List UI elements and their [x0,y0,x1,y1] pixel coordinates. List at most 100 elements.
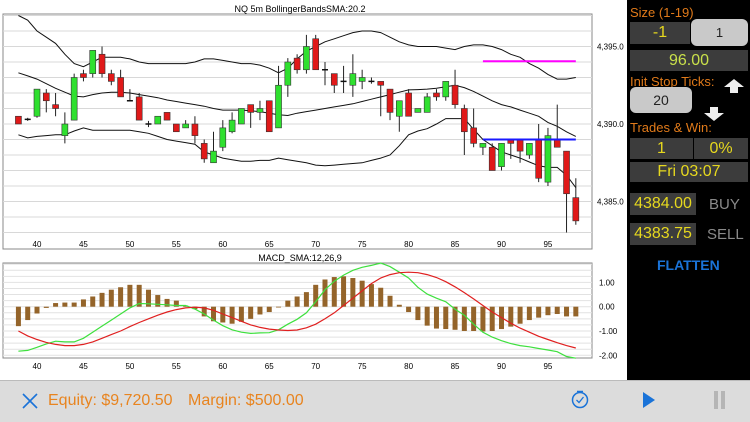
price-panel-frame [2,13,593,250]
candle-down [377,81,385,86]
price-chart-title: NQ 5m BollingerBandsSMA:20.2 [234,4,365,14]
macd-histogram-bar [248,306,254,319]
size-button[interactable]: 1 [691,19,748,46]
size-label: Size (1-19) [630,5,694,20]
buy-button[interactable]: BUY [709,196,740,213]
candle-up [479,143,487,148]
candle-down [553,139,561,148]
candle-up [544,135,552,183]
macd-axis-label: 0.00 [599,303,615,312]
macd-x-label: 45 [79,362,88,371]
macd-x-label: 80 [404,362,413,371]
candle-down [52,104,59,109]
candle-down [265,100,273,133]
macd-x-label: 75 [358,362,367,371]
clock-icon[interactable] [570,390,590,410]
candle-down [80,73,87,78]
candle-up [61,123,69,136]
trades-label: Trades & Win: [630,120,712,135]
macd-histogram-bar [415,306,421,321]
macd-histogram-bar [53,303,59,307]
macd-histogram-bar [554,306,560,314]
macd-histogram-bar [90,296,96,307]
trades-count: 1 [630,138,693,159]
candle-up [89,50,97,74]
sell-button[interactable]: SELL [707,226,744,243]
candle-down [108,73,115,82]
macd-histogram-bar [164,298,170,307]
candle-up [396,100,403,117]
candle-down [200,143,208,160]
candle-down [293,57,301,71]
macd-histogram-bar [266,306,272,313]
macd-histogram-bar [118,287,124,307]
macd-histogram-bar [433,306,439,329]
macd-histogram-bar [43,306,49,308]
macd-histogram-bar [573,306,579,317]
price-x-label: 50 [125,240,134,249]
arrow-up-icon[interactable] [723,78,745,94]
flatten-button[interactable]: FLATTEN [657,257,720,273]
candle-up [349,73,357,86]
time-display: Fri 03:07 [630,162,748,182]
macd-histogram-bar [378,287,384,307]
candle-down [247,104,254,113]
candle-down [117,77,124,98]
macd-histogram-bar [99,292,105,307]
price-x-label: 65 [265,240,274,249]
play-icon[interactable] [642,391,656,409]
candle-down [163,112,171,121]
candle-up [358,77,366,82]
candle-down [572,197,580,222]
candle-up [70,77,78,121]
charts-area[interactable]: NQ 5m BollingerBandsSMA:20.2 MACD_SMA:12… [0,0,627,380]
macd-histogram-bar [108,289,114,307]
bottom-toolbar: Equity: $9,720.50 Margin: $500.00 [0,380,750,422]
macd-histogram-bar [238,306,244,322]
macd-histogram-bar [480,306,486,332]
candle-down [15,115,22,125]
buy-price: 4384.00 [630,193,696,215]
price-x-label: 55 [172,240,181,249]
macd-histogram-bar [517,306,523,324]
candle-down [535,139,542,179]
win-rate: 0% [694,138,748,159]
candle-up [275,84,282,129]
stop-ticks-button[interactable]: 20 [630,87,692,113]
pause-icon[interactable] [713,390,727,410]
candle-up [526,143,533,156]
chart-canvas[interactable]: NQ 5m BollingerBandsSMA:20.2 MACD_SMA:12… [0,0,627,380]
candle-down [135,96,143,121]
price-x-label: 75 [358,240,367,249]
candle-up [284,61,292,86]
candle-down [312,38,320,71]
candle-up [228,119,236,133]
close-icon[interactable] [21,392,39,410]
price-x-label: 60 [218,240,227,249]
macd-histogram-bar [564,306,570,317]
candle-down [451,84,459,105]
candle-up [182,123,189,129]
macd-histogram-bar [257,306,263,315]
macd-histogram-bar [276,306,282,308]
margin-text: Margin: $500.00 [188,392,304,409]
candle-down [470,127,477,144]
candle-down [433,92,440,98]
price-x-label: 80 [404,240,413,249]
price-x-label: 70 [311,240,320,249]
candle-down [386,88,394,113]
macd-histogram-bar [322,279,328,307]
macd-histogram-bar [387,295,393,307]
candle-down [405,92,412,117]
macd-chart-title: MACD_SMA:12,26,9 [258,253,342,263]
candle-down [330,73,338,86]
price-axis-label: 4,390.0 [597,120,624,129]
macd-histogram-bar [443,306,449,330]
macd-histogram-bar [461,306,467,331]
candle-up [219,127,227,148]
macd-axis-label: -1.00 [599,327,618,336]
macd-x-label: 90 [497,362,506,371]
macd-x-label: 65 [265,362,274,371]
macd-axis-label: -2.00 [599,351,618,360]
candle-up [414,108,422,113]
